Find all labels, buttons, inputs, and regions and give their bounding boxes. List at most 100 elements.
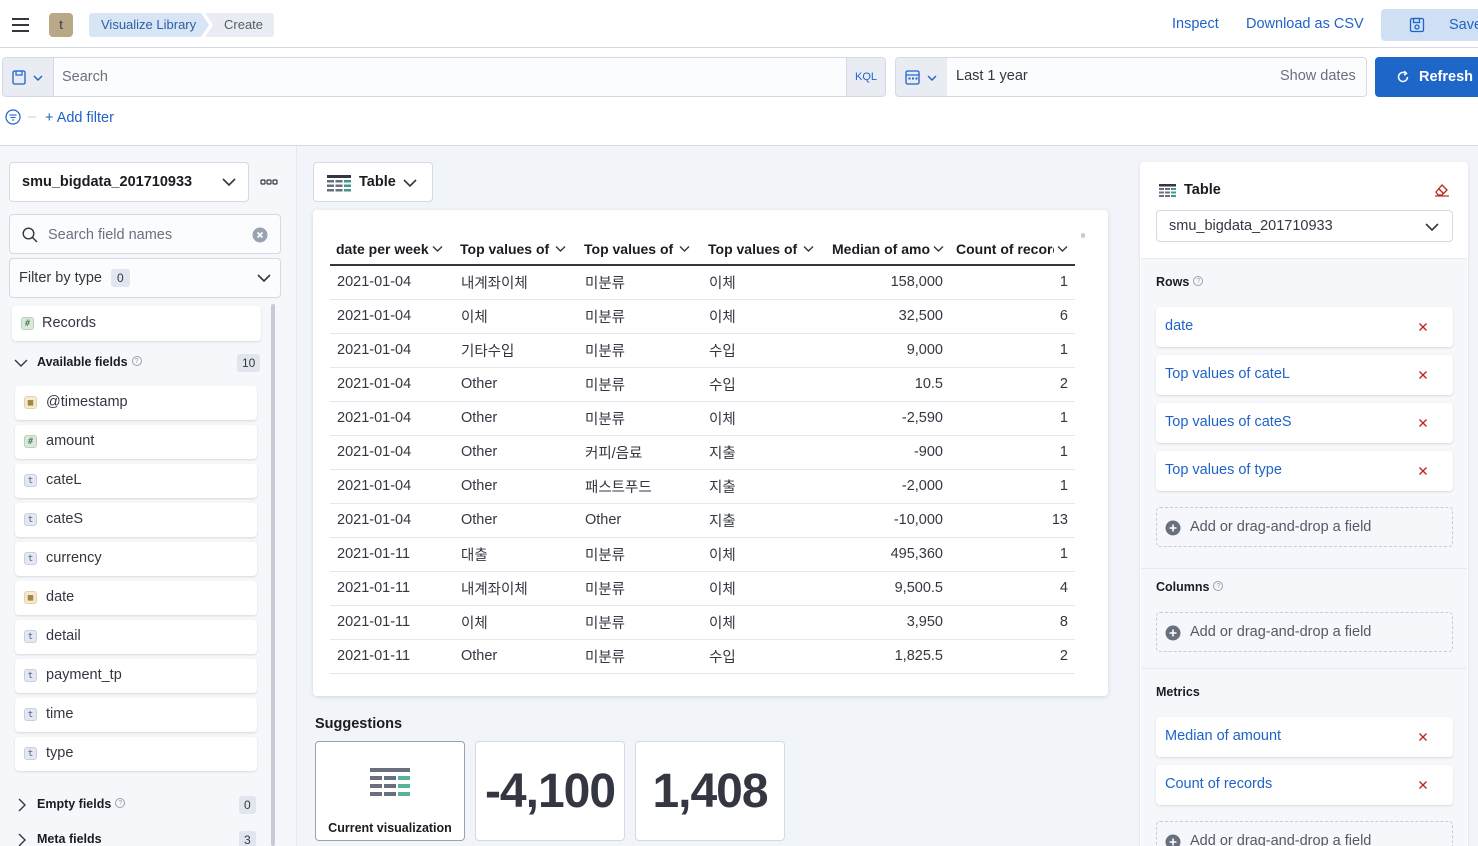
table-cell: 10.5 (826, 367, 950, 402)
field-list-scrollbar[interactable] (271, 304, 275, 846)
add-column-field[interactable]: Add or drag-and-drop a field (1156, 612, 1453, 652)
table-row: 2021-01-04 Other 커피/음료 지출 -900 1 (330, 435, 1075, 470)
filter-by-type-label: Filter by type (19, 270, 102, 286)
metric-dimension[interactable]: Count of records (1156, 765, 1453, 805)
table-icon (370, 768, 410, 796)
field-item[interactable]: # amount (15, 425, 257, 459)
table-cell: 대출 (454, 537, 578, 572)
available-fields-header[interactable]: Available fields? (37, 355, 142, 369)
field-item[interactable]: ▦ date (15, 581, 257, 615)
row-dimension[interactable]: Top values of type (1156, 451, 1453, 491)
show-dates-link[interactable]: Show dates (1280, 68, 1356, 84)
field-item[interactable]: t detail (15, 620, 257, 654)
table-cell: 2021-01-11 (330, 639, 454, 674)
field-item[interactable]: t cateL (15, 464, 257, 498)
layer-title: Table (1184, 182, 1221, 198)
chevron-down-icon (1057, 246, 1068, 253)
date-quick-menu[interactable] (895, 57, 948, 97)
table-cell: 1 (950, 435, 1075, 470)
menu-icon[interactable] (10, 14, 32, 34)
table-cell: -900 (826, 435, 950, 470)
space-avatar[interactable]: t (49, 13, 73, 37)
dimension-label: Top values of type (1165, 462, 1282, 478)
table-cell: 미분류 (578, 299, 702, 334)
metric-dimension[interactable]: Median of amount (1156, 717, 1453, 757)
kql-toggle[interactable]: KQL (846, 57, 886, 97)
chevron-right-icon[interactable] (16, 833, 28, 846)
chart-type-switch[interactable]: Table (313, 162, 433, 202)
remove-icon[interactable] (1418, 466, 1428, 476)
column-header[interactable]: Median of amount (826, 233, 950, 266)
remove-icon[interactable] (1418, 370, 1428, 380)
column-header[interactable]: Count of records (950, 233, 1075, 266)
table-cell: -10,000 (826, 503, 950, 538)
table-cell: 9,000 (826, 333, 950, 368)
add-filter-link[interactable]: + Add filter (45, 110, 114, 126)
field-item[interactable]: t type (15, 737, 257, 771)
table-cell: 미분류 (578, 367, 702, 402)
field-item[interactable]: t cateS (15, 503, 257, 537)
help-icon: ? (131, 356, 142, 366)
column-header[interactable]: date per week (330, 233, 454, 266)
column-header[interactable]: Top values of type (702, 233, 826, 266)
remove-icon[interactable] (1418, 418, 1428, 428)
table-row: 2021-01-04 기타수입 미분류 수입 9,000 1 (330, 333, 1075, 368)
field-item[interactable]: t currency (15, 542, 257, 576)
records-field[interactable]: # Records (12, 306, 261, 341)
table-cell: 3,950 (826, 605, 950, 640)
chevron-right-icon[interactable] (16, 798, 28, 812)
dimension-label: Count of records (1165, 776, 1273, 792)
remove-icon[interactable] (1418, 732, 1428, 742)
download-csv-link[interactable]: Download as CSV (1246, 16, 1364, 32)
filter-by-type-button[interactable]: Filter by type 0 (9, 258, 281, 298)
add-metric-field[interactable]: Add or drag-and-drop a field (1156, 821, 1453, 846)
suggestion-metric-median[interactable]: -4,100 (475, 741, 625, 841)
clear-icon[interactable] (252, 227, 268, 243)
table-cell: Other (454, 435, 578, 470)
field-item[interactable]: t payment_tp (15, 659, 257, 693)
empty-fields-header[interactable]: Empty fields? (37, 797, 126, 811)
filter-menu-icon[interactable] (4, 109, 38, 127)
refresh-button[interactable]: Refresh (1375, 57, 1478, 97)
field-search-input[interactable] (48, 224, 248, 246)
field-item[interactable]: ▦ @timestamp (15, 386, 257, 420)
table-body: 2021-01-04 내계좌이체 미분류 이체 158,000 1 2021-01-04 이체… (330, 265, 1075, 674)
meta-fields-header[interactable]: Meta fields (37, 832, 102, 846)
search-input[interactable] (54, 57, 847, 97)
saved-query-button[interactable] (2, 57, 54, 97)
filter-count-badge: 0 (111, 269, 130, 287)
suggestion-metric-count[interactable]: 1,408 (635, 741, 785, 841)
table-cell: 2021-01-11 (330, 605, 454, 640)
chevron-down-icon (1425, 223, 1439, 232)
table-cell: 8 (950, 605, 1075, 640)
table-row: 2021-01-04 Other 미분류 이체 -2,590 1 (330, 401, 1075, 436)
inspect-link[interactable]: Inspect (1172, 16, 1219, 32)
remove-icon[interactable] (1418, 322, 1428, 332)
layer-index-select[interactable]: smu_bigdata_201710933 (1156, 210, 1453, 242)
chevron-down-icon[interactable] (14, 357, 28, 369)
add-field-label: Add or drag-and-drop a field (1190, 519, 1372, 535)
breadcrumb-visualize-library[interactable]: Visualize Library (89, 13, 209, 37)
remove-icon[interactable] (1418, 780, 1428, 790)
field-item[interactable]: t time (15, 698, 257, 732)
table-cell: 1 (950, 333, 1075, 368)
table-cell: 기타수입 (454, 333, 578, 368)
row-dimension[interactable]: Top values of cateS (1156, 403, 1453, 443)
table-scrollbar[interactable] (1081, 233, 1085, 238)
date-type-icon: ▦ (24, 396, 37, 409)
suggestion-current-visualization[interactable]: Current visualization (315, 741, 465, 841)
table-cell: 이체 (454, 299, 578, 334)
index-pattern-select[interactable]: smu_bigdata_201710933 (9, 162, 249, 202)
field-name: time (46, 706, 74, 722)
add-row-field[interactable]: Add or drag-and-drop a field (1156, 507, 1453, 547)
more-options-icon[interactable] (258, 171, 280, 193)
clear-layer-icon[interactable] (1434, 183, 1450, 197)
column-header[interactable]: Top values of cateS (578, 233, 702, 266)
available-count-badge: 10 (237, 354, 261, 372)
save-button[interactable]: Save (1381, 9, 1478, 41)
row-dimension[interactable]: date (1156, 307, 1453, 347)
row-dimension[interactable]: Top values of cateL (1156, 355, 1453, 395)
column-header-label: Median of amount (832, 241, 930, 258)
column-header[interactable]: Top values of cateL (454, 233, 578, 266)
table-cell: 미분류 (578, 401, 702, 436)
